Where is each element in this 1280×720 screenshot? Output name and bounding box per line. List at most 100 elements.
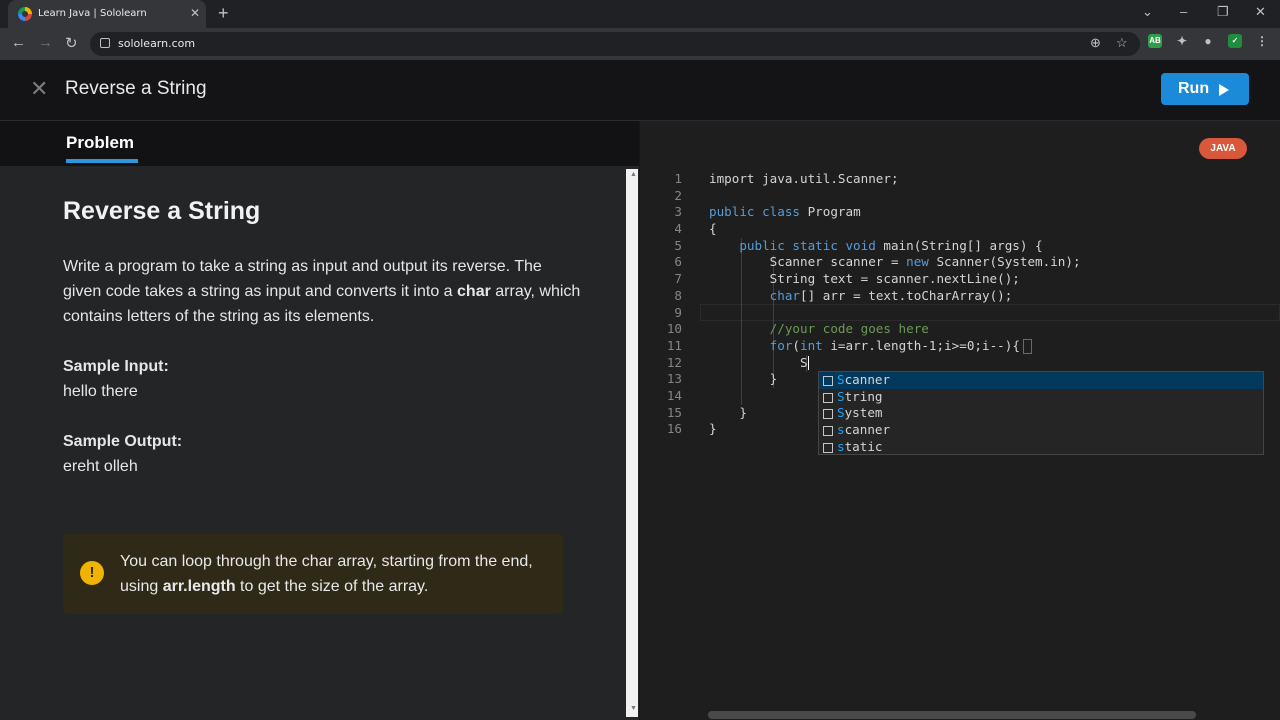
maximize-icon[interactable]: ❐	[1217, 4, 1229, 20]
code-text: S	[709, 355, 809, 372]
code-text: Scanner scanner = new Scanner(System.in)…	[709, 254, 1081, 271]
hint-text-end: to get the size of the array.	[235, 578, 429, 595]
browser-toolbar: ← → ↻ sololearn.com ⊕ ☆ AB ✦ ● ✓ ⋮	[0, 28, 1280, 60]
suggestion-text: tatic	[844, 438, 883, 454]
extensions-puzzle-icon[interactable]: ✦	[1175, 34, 1189, 48]
zoom-icon[interactable]: ⊕	[1090, 35, 1101, 51]
code-line: 10 //your code goes here	[640, 321, 1280, 338]
window-close-icon[interactable]: ✕	[1255, 4, 1266, 20]
bracket-match-box	[1022, 338, 1032, 354]
shield-extension-icon[interactable]: ✓	[1228, 34, 1242, 48]
scroll-down-arrow-icon[interactable]: ▼	[630, 705, 637, 712]
description-bold: char	[457, 283, 491, 300]
hint-box: ! You can loop through the char array, s…	[63, 534, 563, 614]
code-token: main(String[] args) {	[875, 237, 1043, 253]
problem-description: Write a program to take a string as inpu…	[63, 254, 583, 329]
line-number: 13	[666, 371, 682, 387]
close-lesson-icon[interactable]: ✕	[30, 76, 48, 102]
line-number: 12	[666, 354, 682, 370]
sololearn-favicon-icon	[18, 7, 32, 21]
suggestion-text: tring	[844, 388, 883, 404]
url-text: sololearn.com	[118, 37, 196, 50]
keyword: public static void	[709, 237, 876, 253]
suggestion-item[interactable]: String	[819, 389, 1263, 406]
symbol-icon	[823, 392, 833, 403]
adblock-extension-icon[interactable]: AB	[1148, 34, 1162, 48]
suggestion-item[interactable]: scanner	[819, 422, 1263, 439]
symbol-icon	[823, 426, 833, 437]
browser-tab[interactable]: Learn Java | Sololearn ✕	[8, 0, 206, 28]
language-badge: JAVA	[1199, 138, 1247, 159]
code-text: }	[709, 404, 747, 420]
sample-input-value: hello there	[63, 383, 138, 400]
problem-heading: Reverse a String	[63, 197, 261, 225]
suggestion-item[interactable]: static	[819, 439, 1263, 456]
line-number: 10	[666, 321, 682, 337]
code-line: 1 import java.util.Scanner;	[640, 171, 1280, 188]
code-token: (	[792, 337, 801, 353]
code-line: 3 public class Program	[640, 204, 1280, 221]
line-number: 4	[674, 221, 682, 237]
line-number: 11	[666, 337, 682, 353]
keyword: for	[769, 337, 793, 353]
run-button[interactable]: Run	[1161, 73, 1249, 105]
reload-icon[interactable]: ↻	[65, 34, 78, 52]
forward-icon[interactable]: →	[38, 34, 53, 51]
line-number: 6	[674, 254, 682, 270]
keyword: char	[769, 287, 801, 303]
line-number: 15	[666, 404, 682, 420]
sample-input-label: Sample Input:	[63, 358, 169, 375]
code-text: char[] arr = text.toCharArray();	[709, 287, 1013, 305]
address-bar[interactable]: sololearn.com ⊕ ☆	[90, 32, 1140, 56]
keyword: int	[800, 337, 823, 353]
code-line: 9	[640, 305, 1280, 322]
tab-search-icon[interactable]: ⌄	[1142, 4, 1153, 20]
suggestion-item[interactable]: System	[819, 405, 1263, 422]
code-token: Program	[800, 204, 861, 220]
line-number: 3	[674, 204, 682, 220]
active-tab-indicator	[66, 159, 138, 163]
problem-scrollbar[interactable]	[626, 169, 638, 717]
autocomplete-dropdown: Scanner String System scanner static	[818, 371, 1264, 455]
run-label: Run	[1178, 80, 1210, 97]
symbol-icon	[823, 376, 833, 386]
profile-icon[interactable]: ●	[1201, 34, 1215, 48]
scroll-up-arrow-icon[interactable]: ▲	[630, 171, 637, 178]
browser-menu-icon[interactable]: ⋮	[1255, 34, 1269, 48]
bookmark-star-icon[interactable]: ☆	[1116, 35, 1128, 51]
line-number: 1	[674, 171, 682, 186]
problem-content: Reverse a String Write a program to take…	[63, 197, 583, 504]
exclamation-icon: !	[80, 561, 104, 585]
new-tab-icon[interactable]: +	[218, 3, 229, 24]
suggestion-match: S	[837, 372, 845, 387]
suggestion-match: S	[837, 405, 845, 421]
suggestion-text: canner	[844, 372, 891, 387]
code-editor[interactable]: JAVA 1 import java.util.Scanner; 2 3 publi…	[640, 121, 1280, 720]
code-text: String text = scanner.nextLine();	[709, 271, 1020, 287]
editor-horizontal-scrollbar[interactable]	[708, 711, 1196, 719]
back-icon[interactable]: ←	[11, 34, 26, 51]
text-cursor	[807, 356, 809, 371]
lesson-title: Reverse a String	[65, 78, 207, 99]
code-text: public class Program	[709, 204, 861, 221]
code-token: Scanner scanner =	[709, 254, 907, 270]
suggestion-text: canner	[844, 422, 891, 438]
suggestion-item[interactable]: Scanner	[819, 372, 1263, 389]
code-line: 12 S	[640, 355, 1280, 372]
symbol-icon	[823, 442, 833, 453]
lesson-header: ✕ Reverse a String Run	[0, 60, 1280, 121]
symbol-icon	[823, 409, 833, 420]
sample-output-value: ereht olleh	[63, 458, 138, 475]
tab-problem[interactable]: Problem	[66, 133, 134, 153]
minimize-icon[interactable]: –	[1180, 4, 1187, 19]
code-text: {	[709, 221, 717, 237]
line-number: 2	[674, 187, 682, 203]
problem-panel: Problem Reverse a String Write a program…	[0, 121, 639, 720]
line-number: 9	[674, 304, 682, 320]
tab-close-icon[interactable]: ✕	[190, 6, 200, 20]
line-number: 14	[666, 387, 682, 403]
suggestion-match: s	[837, 422, 845, 438]
code-text: public static void main(String[] args) {	[709, 237, 1043, 255]
tab-title: Learn Java | Sololearn	[38, 8, 147, 19]
